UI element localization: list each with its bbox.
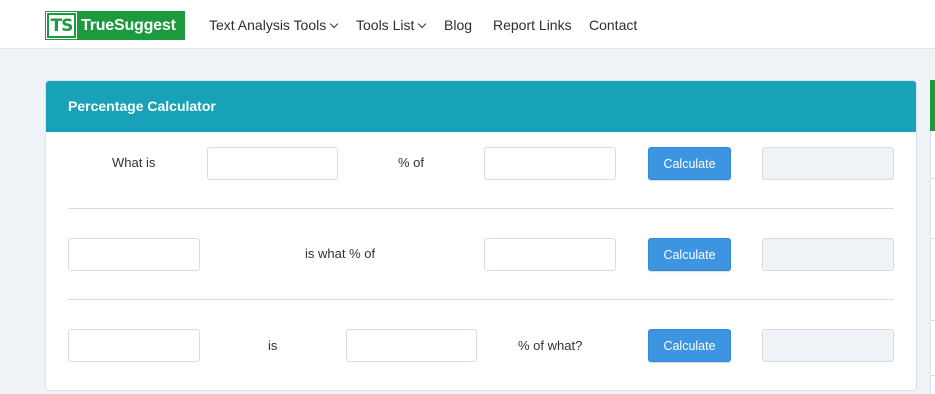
nav-item-label: Contact [589,17,638,33]
adjacent-card-divider [931,178,935,179]
row2-number-input[interactable] [68,238,200,271]
nav-contact[interactable]: Contact [589,17,637,33]
nav-blog[interactable]: Blog [444,17,472,33]
row3-calculate-button[interactable]: Calculate [648,329,731,362]
nav-item-label: Tools List [356,17,415,33]
chevron-down-icon [330,19,339,28]
percentage-calculator-card: Percentage Calculator What is % of Calcu… [45,80,917,391]
nav-item-label: Blog [444,17,473,33]
top-navbar: TS TrueSuggest Text Analysis Tools Tools… [0,0,935,49]
nav-report-links[interactable]: Report Links [493,17,572,33]
nav-item-label: Text Analysis Tools [209,17,327,33]
row2-middle-label: is what % of [305,246,376,261]
adjacent-card-divider [931,320,935,321]
row2-calculate-button[interactable]: Calculate [648,238,731,271]
adjacent-card-divider [931,238,935,239]
card-header: Percentage Calculator [46,81,916,132]
row2-total-input[interactable] [484,238,616,271]
logo-mark-icon: TS [46,12,77,39]
row3-result-field [762,329,894,362]
brand-name: TrueSuggest [81,16,176,34]
row3-suffix-label: % of what? [518,338,583,353]
nav-item-label: Report Links [493,17,572,33]
row1-prefix-label: What is [112,155,156,170]
row1-number-input[interactable] [484,147,616,180]
adjacent-card-header-edge [930,80,935,131]
nav-text-analysis-tools[interactable]: Text Analysis Tools [209,17,339,33]
card-title: Percentage Calculator [68,98,216,114]
row3-number-input[interactable] [68,329,200,362]
row1-middle-label: % of [398,155,425,170]
adjacent-card-divider [931,375,935,376]
row1-calculate-button[interactable]: Calculate [648,147,731,180]
row1-percent-input[interactable] [207,147,338,180]
row3-middle-label: is [268,338,278,353]
row1-result-field [762,147,894,180]
brand-logo[interactable]: TS TrueSuggest [45,11,185,40]
row-divider [68,299,894,300]
chevron-down-icon [418,19,427,28]
nav-tools-list[interactable]: Tools List [356,17,427,33]
row2-result-field [762,238,894,271]
row-divider [68,208,894,209]
row3-percent-input[interactable] [346,329,477,362]
